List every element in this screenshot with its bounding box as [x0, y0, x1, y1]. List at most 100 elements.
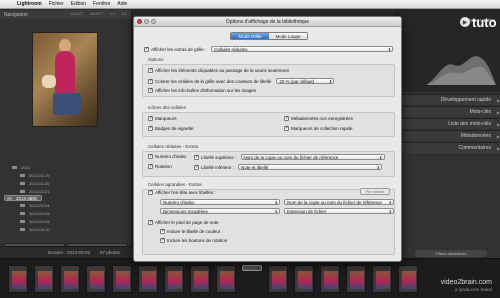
menu-help[interactable]: Aide: [117, 1, 127, 7]
menu-app[interactable]: Lightroom: [17, 1, 42, 7]
filmstrip: video2brain.com a lynda.com brand: [0, 258, 500, 298]
include-rotation-buttons-checkbox[interactable]: [160, 237, 165, 243]
folder-icon: [20, 189, 25, 193]
folder-item[interactable]: 2013-03-05: [4, 210, 130, 218]
folder-item[interactable]: 2013-03-04: [4, 202, 130, 210]
film-thumbnail[interactable]: [164, 265, 184, 293]
film-thumbnail[interactable]: [138, 265, 158, 293]
folder-item[interactable]: 2013-02-19: [4, 171, 130, 179]
option-tint-cells-row: Colorer les cellules de la grille avec d…: [148, 78, 335, 84]
window-controls: [137, 19, 156, 24]
expanded-field-2: Nom de la copie ou nom du fichier de réf…: [284, 199, 394, 205]
zoom-fill[interactable]: ADAPT.: [90, 11, 104, 16]
compact-extras-group-label: Cellules réduites - Extras: [148, 144, 199, 149]
keyword-list-section[interactable]: Liste des mots-clés: [396, 118, 500, 129]
folder-icon: [20, 220, 25, 223]
show-grid-extras-row: Afficher les extras de grille : Cellules…: [144, 46, 394, 52]
expanded-extras-group-label: Cellules agrandies - Extras: [148, 182, 202, 187]
folder-item[interactable]: 2013-02-21: [4, 187, 130, 195]
menu-edit[interactable]: Edition: [71, 1, 86, 7]
expanded-field-select[interactable]: Extension de fichier: [284, 208, 394, 214]
film-thumbnail[interactable]: [190, 265, 210, 293]
include-color-label-checkbox[interactable]: [160, 228, 165, 234]
film-thumbnail-selected[interactable]: [242, 265, 262, 271]
film-thumbnail[interactable]: [294, 265, 314, 293]
photo-count: 67 photos: [100, 250, 120, 255]
flags-checkbox[interactable]: [148, 115, 153, 121]
bottom-label-select[interactable]: Note et libellé: [238, 164, 383, 170]
expanded-field-3: Dimensions recadrées: [160, 208, 280, 214]
clickable-hover-checkbox[interactable]: [148, 67, 153, 73]
quick-collection-checkbox[interactable]: [284, 125, 289, 131]
keywording-section[interactable]: Mots-clés: [396, 106, 500, 117]
folder-list: 2013 2013-02-19 2013-02-20 2013-02-21 20…: [4, 163, 130, 234]
bottom-label-checkbox[interactable]: [194, 164, 199, 170]
mode-tabs: Mode Grille Mode Loupe: [230, 32, 308, 40]
folder-icon: [20, 212, 25, 215]
folder-icon: [20, 173, 25, 177]
quick-develop-section[interactable]: Développement rapide: [396, 94, 500, 105]
film-thumbnail[interactable]: [60, 265, 80, 293]
zoom-fit[interactable]: AJUST.: [71, 11, 84, 16]
film-thumbnail[interactable]: [372, 265, 392, 293]
top-label-row: Libellé supérieur : Nom de la copie ou n…: [194, 154, 385, 160]
options-group-label: Options: [148, 57, 164, 62]
top-label-checkbox[interactable]: [194, 154, 199, 160]
close-icon[interactable]: [137, 19, 142, 24]
zoom-icon[interactable]: [151, 19, 156, 24]
zoom-1-1[interactable]: 1:1: [110, 11, 116, 16]
expanded-field-select[interactable]: Numéro d'index: [160, 199, 280, 205]
menu-file[interactable]: Fichier: [49, 1, 64, 7]
index-number-checkbox[interactable]: [148, 153, 153, 159]
expanded-field-select[interactable]: Dimensions recadrées: [160, 208, 280, 214]
film-thumbnail[interactable]: [112, 265, 132, 293]
folder-item[interactable]: 2013-03-10: [4, 226, 130, 234]
folder-item-selected[interactable]: 2013-03-03 67: [4, 195, 43, 201]
right-panel: Histogramme Développement rapide Mots-cl…: [395, 10, 500, 270]
film-thumbnail[interactable]: [268, 265, 288, 293]
navigator-zoom-tabs: AJUST. ADAPT. 1:1 3:1: [71, 11, 127, 16]
rotation-row: Rotation: [148, 163, 172, 169]
option-tooltips-row: Afficher les info-bulles d'information s…: [148, 87, 256, 93]
rating-footer-checkbox[interactable]: [148, 219, 153, 225]
comments-section[interactable]: Commentaires: [396, 142, 500, 153]
folder-path: Dossier : 2013-03-03: [48, 250, 91, 255]
folder-count: 67: [30, 195, 36, 201]
film-thumbnail[interactable]: [398, 265, 418, 293]
top-label-select[interactable]: Nom de la copie ou nom du fichier de réf…: [240, 154, 385, 160]
folder-item[interactable]: 2013-03-06: [4, 218, 130, 226]
tab-grid-mode[interactable]: Mode Grille: [231, 33, 269, 39]
grid-extras-select[interactable]: Cellules réduites: [211, 46, 394, 52]
unsaved-metadata-checkbox[interactable]: [284, 115, 289, 121]
show-grid-extras-checkbox[interactable]: [144, 46, 149, 52]
header-labels-checkbox[interactable]: [148, 189, 153, 195]
metadata-section[interactable]: Métadonnées: [396, 130, 500, 141]
dialog-title: Options d'affichage de la bibliothèque: [225, 19, 310, 25]
rotation-checkbox[interactable]: [148, 163, 153, 169]
watermark: video2brain.com a lynda.com brand: [440, 279, 492, 292]
minimize-icon[interactable]: [144, 19, 149, 24]
folder-item[interactable]: 2013: [4, 163, 130, 171]
zoom-3-1[interactable]: 3:1: [121, 11, 127, 16]
tooltips-checkbox[interactable]: [148, 87, 153, 93]
film-thumbnail[interactable]: [86, 265, 106, 293]
film-thumbnail[interactable]: [320, 265, 340, 293]
thumbnail-badges-checkbox[interactable]: [148, 125, 153, 131]
folder-item[interactable]: 2013-02-20: [4, 179, 130, 187]
play-icon: ▶: [460, 17, 470, 27]
default-button[interactable]: Par défaut: [360, 188, 390, 195]
menu-window[interactable]: Fenêtre: [93, 1, 110, 7]
film-thumbnail[interactable]: [216, 265, 236, 293]
film-thumbnail[interactable]: [8, 265, 28, 293]
folder-icon: [20, 228, 25, 231]
tint-cells-checkbox[interactable]: [148, 78, 153, 84]
tab-loupe-mode[interactable]: Mode Loupe: [269, 33, 307, 39]
thumbnail-badges-row: Badges de vignette: [148, 125, 194, 131]
filter-switch[interactable]: Filtres désactivés: [415, 250, 487, 257]
index-number-row: Numéro d'index: [148, 153, 186, 159]
expanded-field-select[interactable]: Nom de la copie ou nom du fichier de réf…: [284, 199, 394, 205]
navigator-preview-image[interactable]: [32, 32, 98, 127]
film-thumbnail[interactable]: [346, 265, 366, 293]
tint-amount-select[interactable]: 20 % (par défaut): [276, 78, 335, 84]
film-thumbnail[interactable]: [34, 265, 54, 293]
